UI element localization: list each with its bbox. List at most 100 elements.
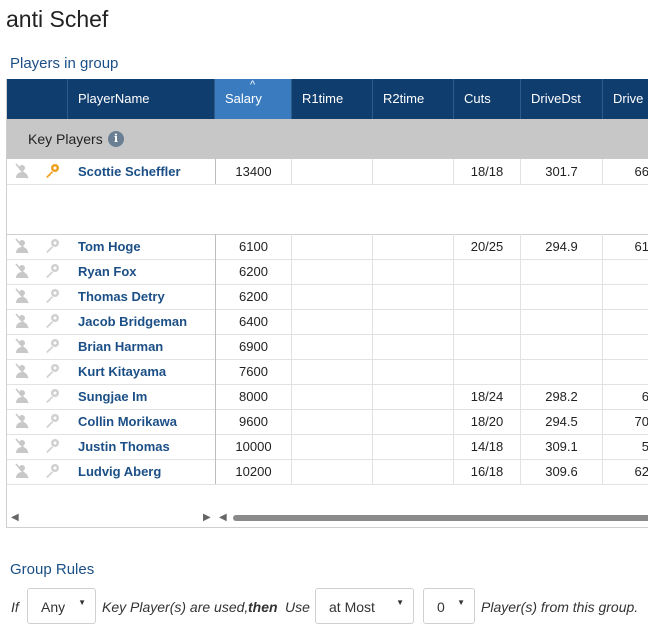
key-player-row[interactable]: Scottie Scheffler 13400 18/18 301.7 66 bbox=[7, 159, 648, 185]
user-slash-icon[interactable] bbox=[14, 338, 30, 354]
player-r2time bbox=[373, 159, 454, 184]
header-drive[interactable]: Drive bbox=[603, 79, 648, 119]
player-salary: 6400 bbox=[215, 309, 292, 334]
player-cuts: 14/18 bbox=[454, 434, 521, 459]
player-name[interactable]: Jacob Bridgeman bbox=[78, 309, 215, 334]
info-icon[interactable]: i bbox=[108, 131, 124, 147]
scrollbar-thumb[interactable] bbox=[233, 515, 648, 521]
player-salary: 6900 bbox=[215, 334, 292, 359]
header-cuts[interactable]: Cuts bbox=[454, 79, 521, 119]
header-r1time[interactable]: R1time bbox=[292, 79, 373, 119]
player-cuts: 18/20 bbox=[454, 409, 521, 434]
sort-asc-icon: ^ bbox=[250, 79, 256, 91]
key-icon[interactable] bbox=[44, 438, 60, 454]
user-slash-icon[interactable] bbox=[14, 438, 30, 454]
player-r1time bbox=[292, 359, 373, 384]
player-drivedst bbox=[521, 359, 603, 384]
player-r2time bbox=[373, 434, 454, 459]
player-r1time bbox=[292, 459, 373, 484]
user-slash-icon[interactable] bbox=[14, 163, 30, 179]
player-name[interactable]: Collin Morikawa bbox=[78, 409, 215, 434]
header-playername[interactable]: PlayerName bbox=[68, 79, 215, 119]
player-drive: 66 bbox=[634, 164, 648, 179]
count-select[interactable]: 0 ▼ bbox=[423, 588, 475, 624]
player-drive: 5 bbox=[603, 434, 648, 459]
key-icon[interactable] bbox=[44, 313, 60, 329]
key-icon[interactable] bbox=[44, 413, 60, 429]
scroll-left-icon[interactable]: ◀ bbox=[11, 512, 19, 523]
player-drive: 61 bbox=[634, 239, 648, 254]
player-drivedst: 309.6 bbox=[521, 459, 603, 484]
player-name[interactable]: Justin Thomas bbox=[78, 434, 215, 459]
table-row[interactable]: Ryan Fox 6200 bbox=[7, 259, 648, 285]
player-r2time bbox=[373, 459, 454, 484]
header-icon-col-1 bbox=[7, 79, 37, 119]
player-name[interactable]: Scottie Scheffler bbox=[78, 159, 215, 184]
header-icon-col-2 bbox=[37, 79, 68, 119]
limit-select[interactable]: at Most ▼ bbox=[315, 588, 414, 624]
player-drivedst bbox=[521, 334, 603, 359]
group-rules-line: If Any ▼ Key Player(s) are used, then Us… bbox=[0, 588, 648, 626]
user-slash-icon[interactable] bbox=[14, 388, 30, 404]
key-icon[interactable] bbox=[44, 288, 60, 304]
rules-use-text: Use bbox=[285, 599, 310, 615]
horizontal-scrollbar[interactable]: ◀ ▶ ◀ bbox=[7, 507, 648, 527]
scroll-left-icon-2[interactable]: ◀ bbox=[219, 512, 227, 523]
user-slash-icon[interactable] bbox=[14, 288, 30, 304]
table-row[interactable]: Sungjae Im8000 18/24298.26 bbox=[7, 384, 648, 410]
key-icon[interactable] bbox=[44, 388, 60, 404]
key-icon[interactable] bbox=[44, 163, 60, 179]
player-drivedst bbox=[521, 284, 603, 309]
header-drivedst[interactable]: DriveDst bbox=[521, 79, 603, 119]
player-drive bbox=[603, 309, 648, 334]
rules-then-text: then bbox=[248, 599, 278, 615]
key-icon[interactable] bbox=[44, 463, 60, 479]
rules-end-text: Player(s) from this group. bbox=[481, 599, 639, 615]
player-salary: 10200 bbox=[215, 459, 292, 484]
player-name[interactable]: Ryan Fox bbox=[78, 259, 215, 284]
key-icon[interactable] bbox=[44, 238, 60, 254]
condition-select[interactable]: Any ▼ bbox=[27, 588, 96, 624]
key-icon[interactable] bbox=[44, 363, 60, 379]
key-players-label: Key Players bbox=[28, 131, 103, 147]
player-cuts bbox=[454, 284, 521, 309]
user-slash-icon[interactable] bbox=[14, 263, 30, 279]
table-row[interactable]: Collin Morikawa 9600 18/20 294.5 70 bbox=[7, 409, 648, 435]
user-slash-icon[interactable] bbox=[14, 313, 30, 329]
table-row[interactable]: Ludvig Aberg 10200 16/18 309.6 62 bbox=[7, 459, 648, 485]
player-name[interactable]: Kurt Kitayama bbox=[78, 359, 215, 384]
condition-value: Any bbox=[41, 599, 66, 615]
limit-value: at Most bbox=[329, 599, 375, 615]
table-row[interactable]: Kurt Kitayama 7600 bbox=[7, 359, 648, 385]
user-slash-icon[interactable] bbox=[14, 413, 30, 429]
header-salary[interactable]: ^ Salary bbox=[215, 79, 292, 119]
key-icon[interactable] bbox=[44, 338, 60, 354]
chevron-down-icon: ▼ bbox=[78, 598, 86, 607]
player-drive: 70 bbox=[634, 414, 648, 429]
player-name[interactable]: Ludvig Aberg bbox=[78, 459, 215, 484]
player-drivedst: 298.2 bbox=[521, 384, 603, 409]
table-row[interactable]: Thomas Detry 6200 bbox=[7, 284, 648, 310]
player-salary: 6200 bbox=[215, 259, 292, 284]
scroll-right-icon[interactable]: ▶ bbox=[203, 512, 211, 523]
user-slash-icon[interactable] bbox=[14, 363, 30, 379]
player-name[interactable]: Sungjae Im bbox=[78, 384, 215, 409]
user-slash-icon[interactable] bbox=[14, 238, 30, 254]
user-slash-icon[interactable] bbox=[14, 463, 30, 479]
table-row[interactable]: Jacob Bridgeman 6400 bbox=[7, 309, 648, 335]
player-salary: 7600 bbox=[215, 359, 292, 384]
header-salary-label: Salary bbox=[225, 91, 262, 106]
player-cuts bbox=[454, 259, 521, 284]
player-name[interactable]: Tom Hoge bbox=[78, 234, 215, 259]
table-row[interactable]: Justin Thomas10000 14/18309.15 bbox=[7, 434, 648, 460]
player-r2time bbox=[373, 359, 454, 384]
key-icon[interactable] bbox=[44, 263, 60, 279]
player-name[interactable]: Brian Harman bbox=[78, 334, 215, 359]
table-row[interactable]: Brian Harman 6900 bbox=[7, 334, 648, 360]
table-row[interactable]: Tom Hoge 6100 20/25 294.9 61 bbox=[7, 234, 648, 260]
player-salary: 9600 bbox=[215, 409, 292, 434]
player-drivedst: 294.9 bbox=[521, 234, 603, 259]
player-salary: 6200 bbox=[215, 284, 292, 309]
player-name[interactable]: Thomas Detry bbox=[78, 284, 215, 309]
header-r2time[interactable]: R2time bbox=[373, 79, 454, 119]
